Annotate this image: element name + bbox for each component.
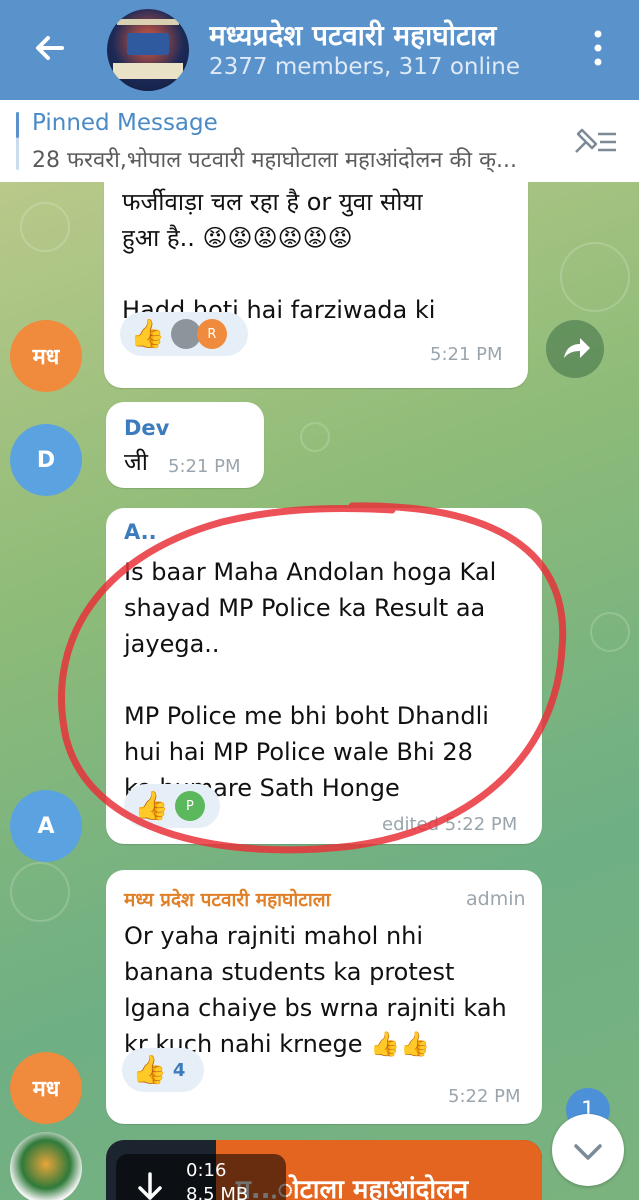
video-size: 8.5 MB — [186, 1184, 249, 1200]
pinned-indicator — [16, 112, 19, 170]
thumbs-up-icon: 👍 — [132, 1053, 167, 1086]
more-options-icon[interactable] — [592, 28, 604, 68]
download-icon — [138, 1172, 162, 1200]
share-arrow-icon — [564, 338, 590, 358]
chevron-down-icon — [574, 1144, 602, 1160]
pinned-text: 28 फरवरी,भोपाल पटवारी महाघोटाला महाआंदोल… — [32, 148, 517, 173]
pinned-message-bar[interactable]: Pinned Message 28 फरवरी,भोपाल पटवारी महा… — [0, 100, 639, 182]
reaction-count: 4 — [172, 1059, 186, 1081]
chat-title[interactable]: मध्यप्रदेश पटवारी महाघोटाल — [209, 16, 564, 54]
reaction-chip[interactable]: 👍 R — [120, 312, 248, 356]
pin-list-icon[interactable] — [570, 124, 618, 160]
chat-header: मध्यप्रदेश पटवारी महाघोटाल 2377 members,… — [0, 0, 639, 100]
sender-avatar[interactable]: D — [10, 424, 82, 496]
message-bubble[interactable]: Dev जी 5:21 PM — [106, 402, 264, 488]
thumbs-up-icon: 👍 — [130, 317, 165, 350]
message-text: फर्जीवाड़ा चल रहा है or युवा सोया हुआ है… — [122, 188, 436, 324]
message-bubble[interactable]: फर्जीवाड़ा चल रहा है or युवा सोया हुआ है… — [104, 182, 528, 388]
sender-avatar[interactable] — [10, 1132, 82, 1200]
message-text: जी — [124, 448, 149, 476]
group-avatar[interactable] — [107, 9, 189, 91]
sender-name: मध्य प्रदेश पटवारी महाघोटाला — [124, 889, 331, 911]
hand-drawn-highlight-circle — [58, 502, 567, 854]
admin-badge: admin — [466, 888, 526, 910]
member-count: 2377 members, 317 online — [209, 54, 520, 80]
back-arrow-icon[interactable] — [28, 26, 72, 70]
share-button[interactable] — [546, 320, 604, 378]
message-bubble[interactable]: मध्य प्रदेश पटवारी महाघोटाला admin Or ya… — [106, 870, 542, 1124]
video-message[interactable]: प...ोटाला महाआंदोलन 0:16 8.5 MB — [106, 1140, 542, 1200]
message-time: 5:22 PM — [448, 1086, 521, 1107]
sender-name: Dev — [124, 416, 170, 440]
reaction-chip[interactable]: 👍 4 — [122, 1048, 204, 1092]
message-time: 5:21 PM — [168, 456, 241, 477]
message-time: 5:21 PM — [430, 344, 503, 365]
scroll-to-bottom-button[interactable] — [552, 1114, 624, 1186]
message-text: Or yaha rajniti mahol nhi banana student… — [124, 922, 507, 1058]
sender-avatar[interactable]: मध — [10, 1052, 82, 1124]
sender-avatar[interactable]: मध — [10, 320, 82, 392]
download-badge[interactable]: 0:16 8.5 MB — [116, 1154, 286, 1200]
pinned-title: Pinned Message — [32, 110, 218, 136]
video-duration: 0:16 — [186, 1160, 227, 1181]
reactor-avatar: R — [196, 319, 227, 349]
chat-area[interactable]: फर्जीवाड़ा चल रहा है or युवा सोया हुआ है… — [0, 182, 639, 1200]
